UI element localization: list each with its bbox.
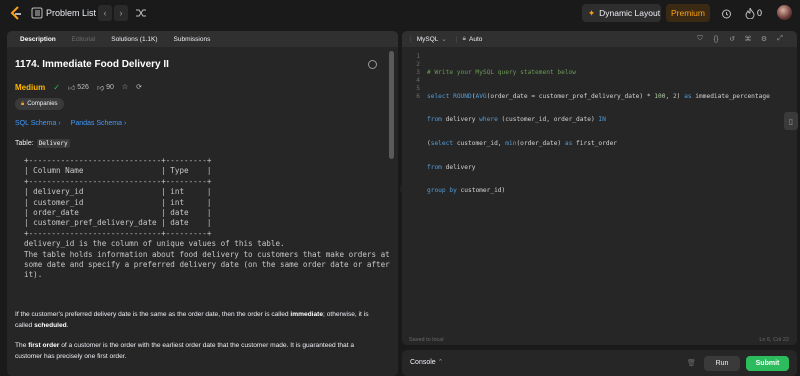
table-label-text: Table: xyxy=(15,140,34,147)
chevron-down-icon: ⌄ xyxy=(441,36,447,43)
auto-label: Auto xyxy=(469,35,483,43)
problem-title: 1174. Immediate Food Delivery II xyxy=(15,59,169,70)
code-line: select ROUND(AVG(order_date = customer_p… xyxy=(427,92,770,100)
braces-icon[interactable]: {} xyxy=(712,35,720,43)
shuffle-button[interactable] xyxy=(135,7,147,19)
sql-schema-link[interactable]: SQL Schema › xyxy=(15,120,61,127)
table-label: Table: Delivery xyxy=(15,139,70,148)
solved-check-icon: ✓ xyxy=(53,82,60,92)
code-line: group by customer_id) xyxy=(427,187,506,195)
companies-label: Companies xyxy=(27,101,58,107)
line-numbers: 1 2 3 4 5 6 xyxy=(416,53,420,100)
difficulty-badge: Medium xyxy=(15,82,46,92)
sparkle-icon: ✦ xyxy=(588,7,596,18)
thumbs-up-icon: 👍︎ xyxy=(67,84,76,92)
code-editor-panel: | MySQL ⌄ | 🔒︎ Auto ⛉ {} ↺ ⌘ ⚙ ⤢ 1 2 3 4… xyxy=(402,31,797,345)
fullscreen-icon[interactable]: ⤢ xyxy=(776,35,784,43)
shuffle-icon xyxy=(136,9,146,17)
toolbar-divider: | xyxy=(455,35,458,43)
premium-button[interactable]: Premium xyxy=(666,4,710,22)
code-line: from delivery xyxy=(427,163,476,171)
next-problem-button[interactable]: › xyxy=(114,5,128,21)
streak-count: 0 xyxy=(757,8,763,18)
schema-block: +-----------------------------+---------… xyxy=(24,156,390,280)
code-editor[interactable]: # Write your MySQL query statement below… xyxy=(427,53,770,211)
alarm-clock-button[interactable] xyxy=(720,7,732,19)
description-panel: Description Editorial Solutions (1.1K) S… xyxy=(7,31,398,376)
code-line: # Write your MySQL query statement below xyxy=(427,68,577,76)
streak-button[interactable] xyxy=(744,7,756,19)
description-paragraph-immediate: If the customer's preferred delivery dat… xyxy=(15,311,369,329)
tab-description[interactable]: Description xyxy=(12,36,64,43)
tab-editorial[interactable]: Editorial xyxy=(64,36,103,43)
like-count: 526 xyxy=(77,83,89,91)
leetcode-logo-icon[interactable] xyxy=(9,6,23,21)
share-icon[interactable]: ⟳ xyxy=(136,83,142,91)
notes-side-button[interactable]: ▯ xyxy=(784,112,798,130)
console-bar: Console ⌃ 🗑︎ Run Submit xyxy=(402,350,797,376)
chevron-right-icon: › xyxy=(119,8,123,18)
problem-list-icon[interactable] xyxy=(31,7,43,19)
tab-submissions[interactable]: Submissions xyxy=(166,36,219,43)
thumbs-down-icon: 👎︎ xyxy=(96,84,105,92)
problem-meta: Medium ✓ 👍︎ 526 👎︎ 90 ☆ ⟳ xyxy=(15,81,142,93)
description-paragraph-first-order: The first order of a customer is the ord… xyxy=(15,342,355,360)
avatar[interactable] xyxy=(777,5,792,20)
alarm-clock-icon xyxy=(721,9,731,18)
dynamic-layout-label: Dynamic Layout xyxy=(599,8,661,18)
table-name-chip: Delivery xyxy=(36,139,70,148)
code-line: from delivery where (customer_id, order_… xyxy=(427,116,606,124)
trash-icon[interactable]: 🗑︎ xyxy=(687,359,696,367)
saved-status: Saved to local xyxy=(409,337,444,343)
language-select[interactable]: MySQL ⌄ xyxy=(416,35,447,44)
editor-toolbar: | MySQL ⌄ | 🔒︎ Auto xyxy=(402,31,797,47)
pandas-schema-link[interactable]: Pandas Schema › xyxy=(71,120,127,127)
dynamic-layout-button[interactable]: ✦ Dynamic Layout xyxy=(582,4,661,22)
auto-mode[interactable]: 🔒︎ Auto xyxy=(463,35,483,43)
cursor-position: Ln 6, Col 22 xyxy=(759,337,789,343)
language-label: MySQL xyxy=(416,35,439,43)
editor-tab-separator: | xyxy=(410,35,412,43)
lock-icon: 🔒︎ xyxy=(21,100,25,107)
description-scrollbar[interactable] xyxy=(389,51,394,159)
reset-icon[interactable]: ↺ xyxy=(728,35,736,43)
dislike-button[interactable]: 👎︎ 90 xyxy=(97,83,114,92)
document-icon: ▯ xyxy=(788,116,794,126)
tab-solutions[interactable]: Solutions (1.1K) xyxy=(103,36,165,43)
lock-icon: 🔒︎ xyxy=(462,35,466,42)
fire-icon xyxy=(745,7,755,19)
submit-button[interactable]: Submit xyxy=(746,356,789,371)
star-icon[interactable]: ☆ xyxy=(122,83,128,91)
top-navbar: Problem List ‹ › ✦ Dynamic Layout Premiu… xyxy=(0,0,800,27)
console-toggle[interactable]: Console ⌃ xyxy=(410,358,444,366)
chevron-left-icon: ‹ xyxy=(103,8,107,18)
code-line: (select customer_id, min(order_date) as … xyxy=(427,139,618,147)
settings-icon[interactable]: ⚙ xyxy=(760,35,768,43)
chevron-up-icon: ⌃ xyxy=(437,359,444,366)
companies-tag[interactable]: 🔒︎ Companies xyxy=(15,98,64,110)
prev-problem-button[interactable]: ‹ xyxy=(98,5,112,21)
schema-links: SQL Schema › Pandas Schema › xyxy=(15,120,126,127)
notes-icon[interactable] xyxy=(368,60,377,69)
description-tabs: Description Editorial Solutions (1.1K) S… xyxy=(7,31,398,47)
dislike-count: 90 xyxy=(106,83,114,91)
run-button[interactable]: Run xyxy=(704,356,740,371)
problem-list-link[interactable]: Problem List xyxy=(46,8,96,18)
shortcut-icon[interactable]: ⌘ xyxy=(744,35,752,43)
bookmark-icon[interactable]: ⛉ xyxy=(696,35,704,43)
like-button[interactable]: 👍︎ 526 xyxy=(68,83,89,92)
